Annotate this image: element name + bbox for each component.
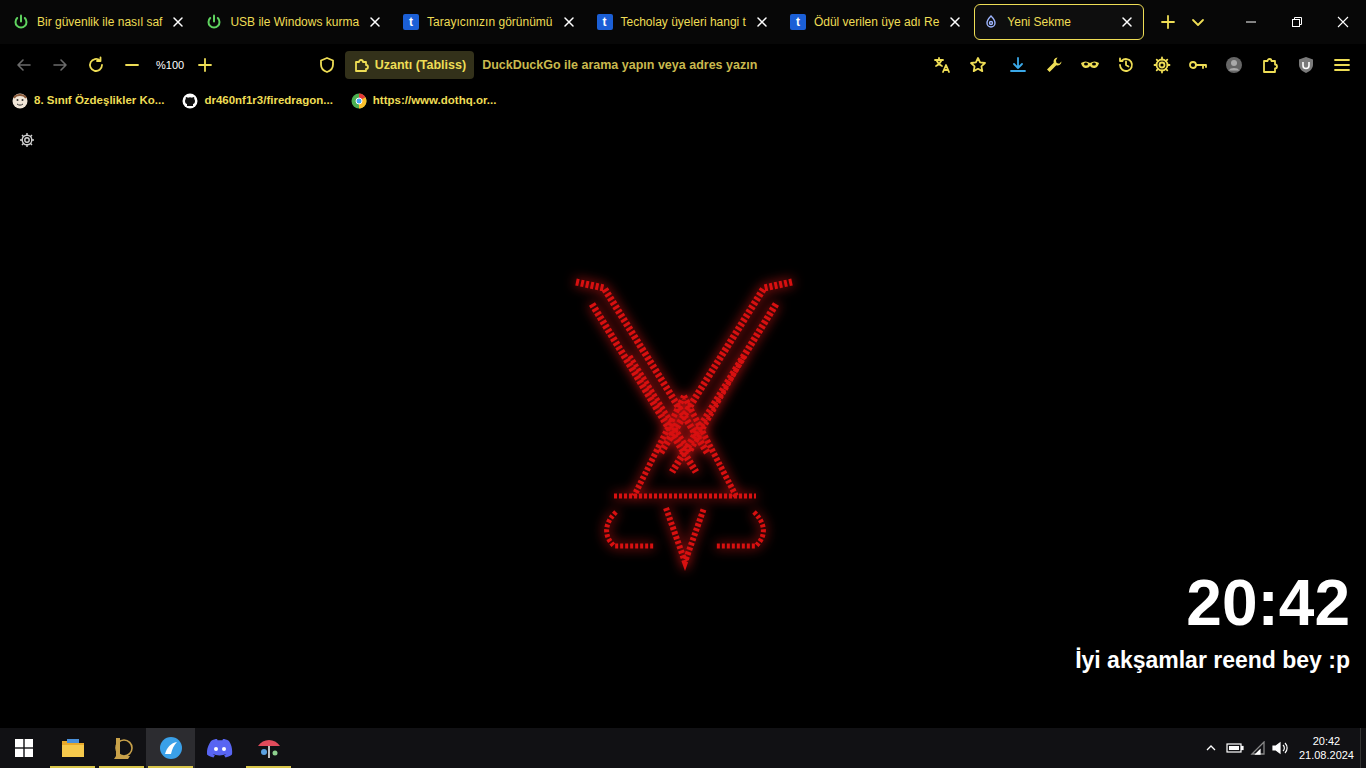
tray-expand-icon[interactable] xyxy=(1199,728,1223,768)
clock-time: 20:42 xyxy=(1186,568,1350,638)
browser-tab[interactable]: Yeni Sekme xyxy=(974,4,1144,40)
techolay-favicon-icon: t xyxy=(597,14,613,30)
github-bookmark-icon xyxy=(182,93,198,109)
running-indicator xyxy=(246,766,291,768)
ublock-icon[interactable] xyxy=(1290,49,1322,81)
tab-label: USB ile Windows kurma xyxy=(230,13,359,31)
techolay-favicon-icon: t xyxy=(403,14,419,30)
bookmark-label: 8. Sınıf Özdeşlikler Ko... xyxy=(34,92,164,109)
browser-tab[interactable]: t Ödül verilen üye adı Re xyxy=(781,4,972,40)
avatar-bookmark-icon xyxy=(12,93,28,109)
close-icon[interactable] xyxy=(561,14,577,30)
browser-tab[interactable]: USB ile Windows kurma xyxy=(197,4,392,40)
discord-icon xyxy=(207,735,233,761)
forward-icon[interactable] xyxy=(44,49,76,81)
taskbar-app[interactable] xyxy=(146,728,195,768)
tab-label: Yeni Sekme xyxy=(1007,13,1111,31)
globe-bookmark-icon xyxy=(351,93,367,109)
running-indicator xyxy=(99,766,144,768)
bookmark-star-icon[interactable] xyxy=(962,49,994,81)
tab-list-icon[interactable] xyxy=(1184,6,1212,38)
close-window-icon[interactable] xyxy=(1320,0,1366,44)
identity-label: Uzantı (Tabliss) xyxy=(375,56,466,75)
close-icon[interactable] xyxy=(367,14,383,30)
menu-icon[interactable] xyxy=(1326,49,1358,81)
tab-label: Techolay üyeleri hangi t xyxy=(621,13,746,31)
running-indicator xyxy=(50,766,95,768)
extension-icon xyxy=(353,57,369,73)
identity-badge[interactable]: Uzantı (Tabliss) xyxy=(345,51,474,79)
extensions-icon[interactable] xyxy=(1254,49,1286,81)
tab-label: Tarayıcınızın görünümü xyxy=(427,13,552,31)
techolay-favicon-icon: t xyxy=(790,14,806,30)
history-icon[interactable] xyxy=(1110,49,1142,81)
bookmark-item[interactable]: https://www.dothq.or... xyxy=(347,89,501,113)
zoom-out-icon[interactable] xyxy=(116,49,148,81)
translate-icon[interactable] xyxy=(926,49,958,81)
new-tab-page: 20:42 İyi akşamlar reend bey :p xyxy=(0,116,1366,728)
tray-date: 21.08.2024 xyxy=(1299,748,1354,762)
close-icon[interactable] xyxy=(1119,14,1135,30)
other-icon xyxy=(256,735,282,761)
tab-bar: Bir güvenlik ile nasıl saf USB ile Window… xyxy=(0,0,1366,44)
tools-wrench-icon[interactable] xyxy=(1038,49,1070,81)
bookmark-label: dr460nf1r3/firedragon... xyxy=(204,92,332,109)
new-tab-icon[interactable] xyxy=(1152,6,1184,38)
url-input[interactable] xyxy=(482,56,808,75)
wifi-icon[interactable] xyxy=(1247,728,1269,768)
passwords-key-icon[interactable] xyxy=(1182,49,1214,81)
tab-label: Bir güvenlik ile nasıl saf xyxy=(37,13,162,31)
url-bar: Uzantı (Tabliss) xyxy=(317,49,808,81)
bookmark-item[interactable]: dr460nf1r3/firedragon... xyxy=(178,89,336,113)
settings-gear-icon[interactable] xyxy=(18,131,36,149)
tray-time: 20:42 xyxy=(1313,734,1341,748)
taskbar: 20:4221.08.2024 xyxy=(0,728,1366,768)
taskbar-app[interactable] xyxy=(244,728,293,768)
shield-icon[interactable] xyxy=(317,55,337,75)
background-logo-icon xyxy=(570,276,800,572)
clock-widget: 20:42 İyi akşamlar reend bey :p xyxy=(0,568,1366,728)
battery-icon[interactable] xyxy=(1223,728,1247,768)
back-icon[interactable] xyxy=(8,49,40,81)
zoom-in-icon[interactable] xyxy=(189,49,221,81)
tab-list: Bir güvenlik ile nasıl saf USB ile Window… xyxy=(4,4,1144,40)
close-icon[interactable] xyxy=(947,14,963,30)
tabliss-favicon-icon xyxy=(983,14,999,30)
close-icon[interactable] xyxy=(170,14,186,30)
power-favicon-icon xyxy=(206,14,222,30)
zoom-level[interactable]: %100 xyxy=(152,57,185,74)
taskbar-app[interactable] xyxy=(97,728,146,768)
volume-icon[interactable] xyxy=(1269,728,1291,768)
browser-tab[interactable]: Bir güvenlik ile nasıl saf xyxy=(4,4,195,40)
league-icon xyxy=(109,735,135,761)
show-desktop[interactable] xyxy=(1360,728,1366,768)
download-icon[interactable] xyxy=(1002,49,1034,81)
browser-tab[interactable]: t Techolay üyeleri hangi t xyxy=(588,4,779,40)
tray-clock[interactable]: 20:4221.08.2024 xyxy=(1293,728,1360,768)
greeting: İyi akşamlar reend bey :p xyxy=(1075,646,1350,676)
account-avatar-icon[interactable] xyxy=(1218,49,1250,81)
close-icon[interactable] xyxy=(754,14,770,30)
navigation-bar: %100 Uzantı (Tabliss) xyxy=(0,44,1366,86)
tab-label: Ödül verilen üye adı Re xyxy=(814,13,939,31)
explorer-icon xyxy=(60,735,86,761)
taskbar-app[interactable] xyxy=(48,728,97,768)
bookmark-item[interactable]: 8. Sınıf Özdeşlikler Ko... xyxy=(8,89,168,113)
power-favicon-icon xyxy=(13,14,29,30)
windows-start-icon[interactable] xyxy=(0,728,48,768)
newtab-top-row xyxy=(0,116,1366,164)
settings-gear-icon[interactable] xyxy=(1146,49,1178,81)
bookmark-label: https://www.dothq.or... xyxy=(373,92,497,109)
content-spacer xyxy=(0,164,1366,568)
minimize-icon[interactable] xyxy=(1228,0,1274,44)
bookmarks-bar: 8. Sınıf Özdeşlikler Ko... dr460nf1r3/fir… xyxy=(0,86,1366,116)
reload-icon[interactable] xyxy=(80,49,112,81)
browser-tab[interactable]: t Tarayıcınızın görünümü xyxy=(394,4,585,40)
restore-icon[interactable] xyxy=(1274,0,1320,44)
floorp-icon xyxy=(158,735,184,761)
private-mask-icon[interactable] xyxy=(1074,49,1106,81)
running-indicator xyxy=(197,766,242,768)
running-indicator xyxy=(148,766,193,768)
taskbar-app[interactable] xyxy=(195,728,244,768)
